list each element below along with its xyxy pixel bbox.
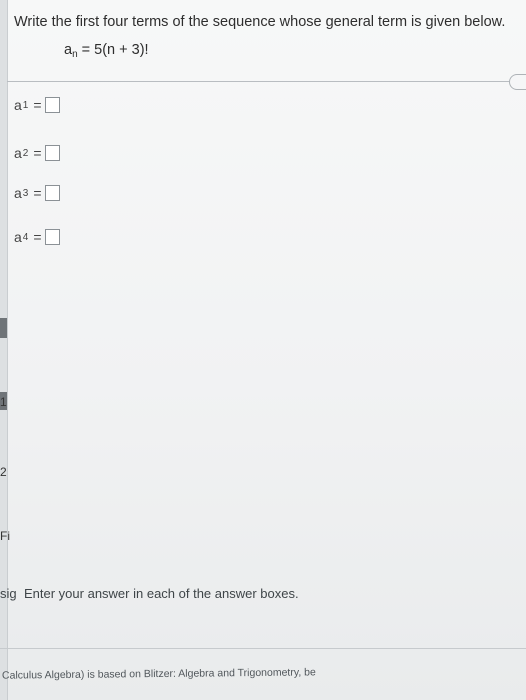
term-label-subscript: 2	[22, 147, 29, 159]
left-rail-label: sig	[0, 586, 17, 601]
left-rail-label: Fi	[0, 529, 10, 543]
term-row-1: a1 =	[14, 94, 60, 116]
question-panel: 1 2 Fi Write the first four terms of the…	[0, 0, 526, 700]
equals-sign: =	[33, 145, 42, 161]
answer-box-a2[interactable]	[44, 145, 60, 161]
answer-box-a3[interactable]	[44, 185, 60, 201]
general-term-formula: an = 5(n + 3)!	[64, 42, 149, 60]
footer-attribution: Calculus Algebra) is based on Blitzer: A…	[1, 666, 316, 682]
formula-lhs-subscript: n	[72, 49, 78, 60]
question-prompt: Write the first four terms of the sequen…	[14, 14, 506, 30]
term-label-subscript: 4	[22, 231, 29, 243]
formula-lhs-base: a	[64, 42, 73, 58]
term-label-base: a	[14, 145, 22, 161]
answer-box-a1[interactable]	[44, 97, 60, 113]
footer-divider	[0, 648, 526, 649]
term-label-subscript: 3	[22, 187, 29, 199]
equals-sign: =	[33, 97, 42, 113]
term-label-subscript: 1	[22, 99, 29, 111]
term-row-2: a2 =	[14, 142, 60, 164]
divider-handle[interactable]	[509, 74, 526, 90]
equals-sign: =	[33, 229, 42, 245]
section-divider	[7, 81, 513, 82]
left-rail-marker	[0, 318, 7, 338]
term-row-3: a3 =	[14, 182, 60, 204]
answer-box-a4[interactable]	[44, 229, 60, 245]
term-label-base: a	[14, 185, 22, 201]
term-label-base: a	[14, 229, 22, 245]
term-row-4: a4 =	[14, 226, 60, 248]
term-label-base: a	[14, 97, 22, 113]
left-rail-label: 2	[0, 465, 7, 479]
formula-rhs: = 5(n + 3)!	[81, 42, 149, 58]
left-rail-label: 1	[0, 395, 7, 409]
equals-sign: =	[33, 185, 42, 201]
answer-hint: Enter your answer in each of the answer …	[24, 586, 299, 601]
